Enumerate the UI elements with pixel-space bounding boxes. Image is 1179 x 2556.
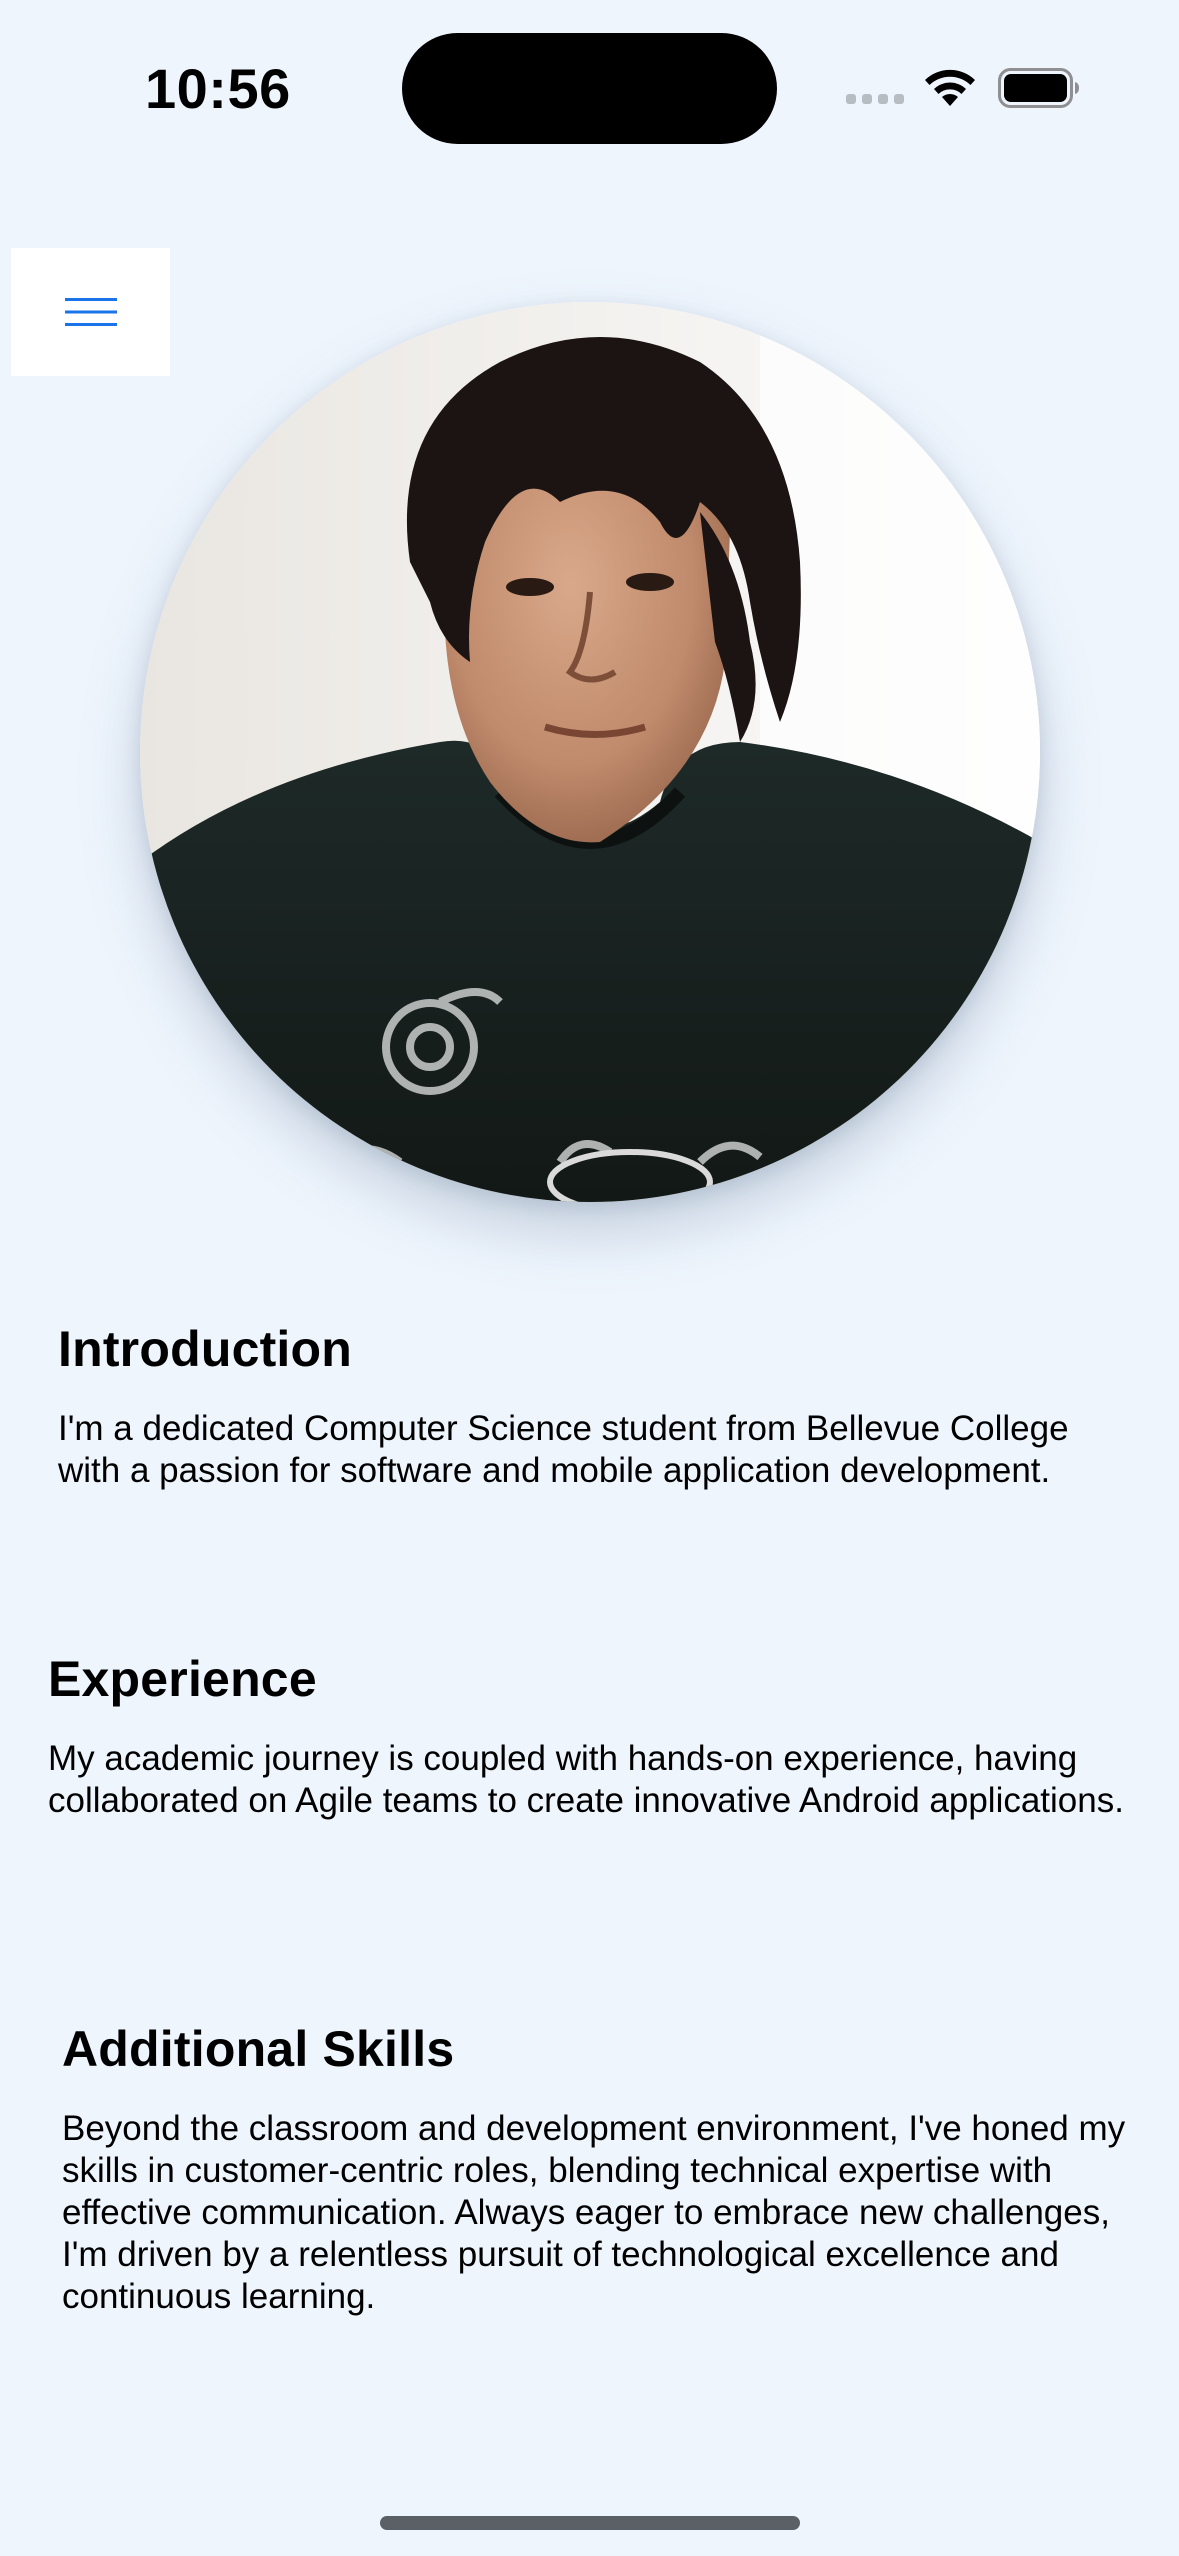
section-body: Beyond the classroom and development env… xyxy=(62,2109,1126,2316)
status-time: 10:56 xyxy=(145,57,291,120)
hamburger-menu-icon xyxy=(64,298,117,326)
profile-photo xyxy=(140,302,1040,1202)
section-heading: Additional Skills xyxy=(62,2021,455,2077)
cellular-signal-icon xyxy=(846,94,904,104)
section-experience: Experience My academic journey is couple… xyxy=(48,1650,1138,1822)
status-bar: 10:56 xyxy=(0,0,1179,170)
battery-icon xyxy=(998,68,1079,108)
section-introduction: Introduction I'm a dedicated Computer Sc… xyxy=(58,1320,1138,1492)
section-heading: Experience xyxy=(48,1651,317,1707)
section-body: I'm a dedicated Computer Science student… xyxy=(58,1409,1069,1490)
menu-button[interactable] xyxy=(11,248,170,376)
section-heading: Introduction xyxy=(58,1321,353,1377)
section-body: My academic journey is coupled with hand… xyxy=(48,1739,1124,1820)
wifi-icon xyxy=(925,69,975,106)
dynamic-island xyxy=(402,33,777,144)
section-additional-skills: Additional Skills Beyond the classroom a… xyxy=(62,2020,1142,2318)
home-indicator[interactable] xyxy=(380,2516,800,2530)
